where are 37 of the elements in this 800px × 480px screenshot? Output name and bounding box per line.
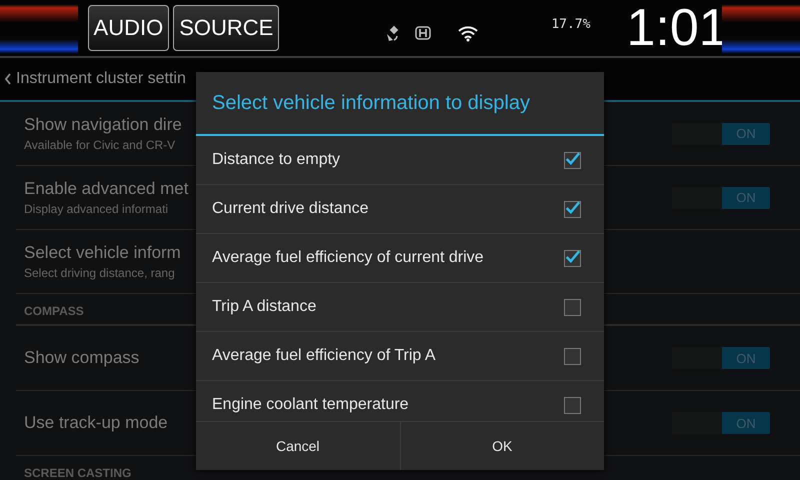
list-item[interactable]: Distance to empty — [196, 136, 604, 185]
item-label: Average fuel efficiency of Trip A — [212, 347, 436, 365]
dialog-button[interactable]: Cancel — [196, 422, 400, 470]
clock-time: 1:01 — [626, 0, 722, 58]
percent-reading: 17.7% — [551, 16, 590, 32]
setting-title: Select vehicle inform — [24, 243, 182, 263]
checkbox[interactable] — [564, 200, 581, 218]
dialog-button[interactable]: OK — [400, 422, 604, 470]
list-item[interactable]: Trip A distance — [196, 283, 604, 332]
setting-subtitle: Display advanced informati — [24, 202, 170, 216]
setting-subtitle: Select driving distance, rang — [24, 266, 176, 280]
checkbox[interactable] — [564, 396, 581, 414]
page-title: Instrument cluster settin — [16, 70, 186, 88]
checkbox[interactable] — [564, 348, 581, 364]
checkbox[interactable] — [564, 152, 581, 168]
setting-title: Show compass — [24, 348, 140, 368]
setting-title: Show navigation dire — [24, 115, 183, 135]
emblem-icon — [415, 26, 432, 40]
item-label: Current drive distance — [212, 200, 369, 218]
item-label: Trip A distance — [212, 298, 316, 316]
back-chevron-icon — [4, 73, 12, 85]
source-button[interactable]: SOURCE — [173, 5, 280, 51]
item-label: Distance to empty — [212, 151, 340, 169]
checkbox[interactable] — [564, 250, 581, 266]
list-item[interactable]: Average fuel efficiency of current drive — [196, 234, 604, 283]
dialog-title: Select vehicle information to display — [196, 72, 604, 136]
setting-title: Enable advanced met — [24, 179, 190, 199]
item-label: Engine coolant temperature — [212, 396, 409, 414]
checkbox[interactable] — [564, 298, 581, 316]
list-item[interactable]: Current drive distance — [196, 185, 604, 234]
item-label: Average fuel efficiency of current drive — [212, 249, 484, 267]
setting-title: Use track-up mode — [24, 413, 169, 433]
list-item[interactable]: Average fuel efficiency of Trip A — [196, 332, 604, 381]
wifi-icon — [457, 24, 480, 42]
list-item[interactable]: Engine coolant temperature — [196, 381, 604, 421]
source-button[interactable]: AUDIO — [88, 5, 170, 51]
setting-subtitle: Available for Civic and CR-V — [24, 138, 176, 152]
